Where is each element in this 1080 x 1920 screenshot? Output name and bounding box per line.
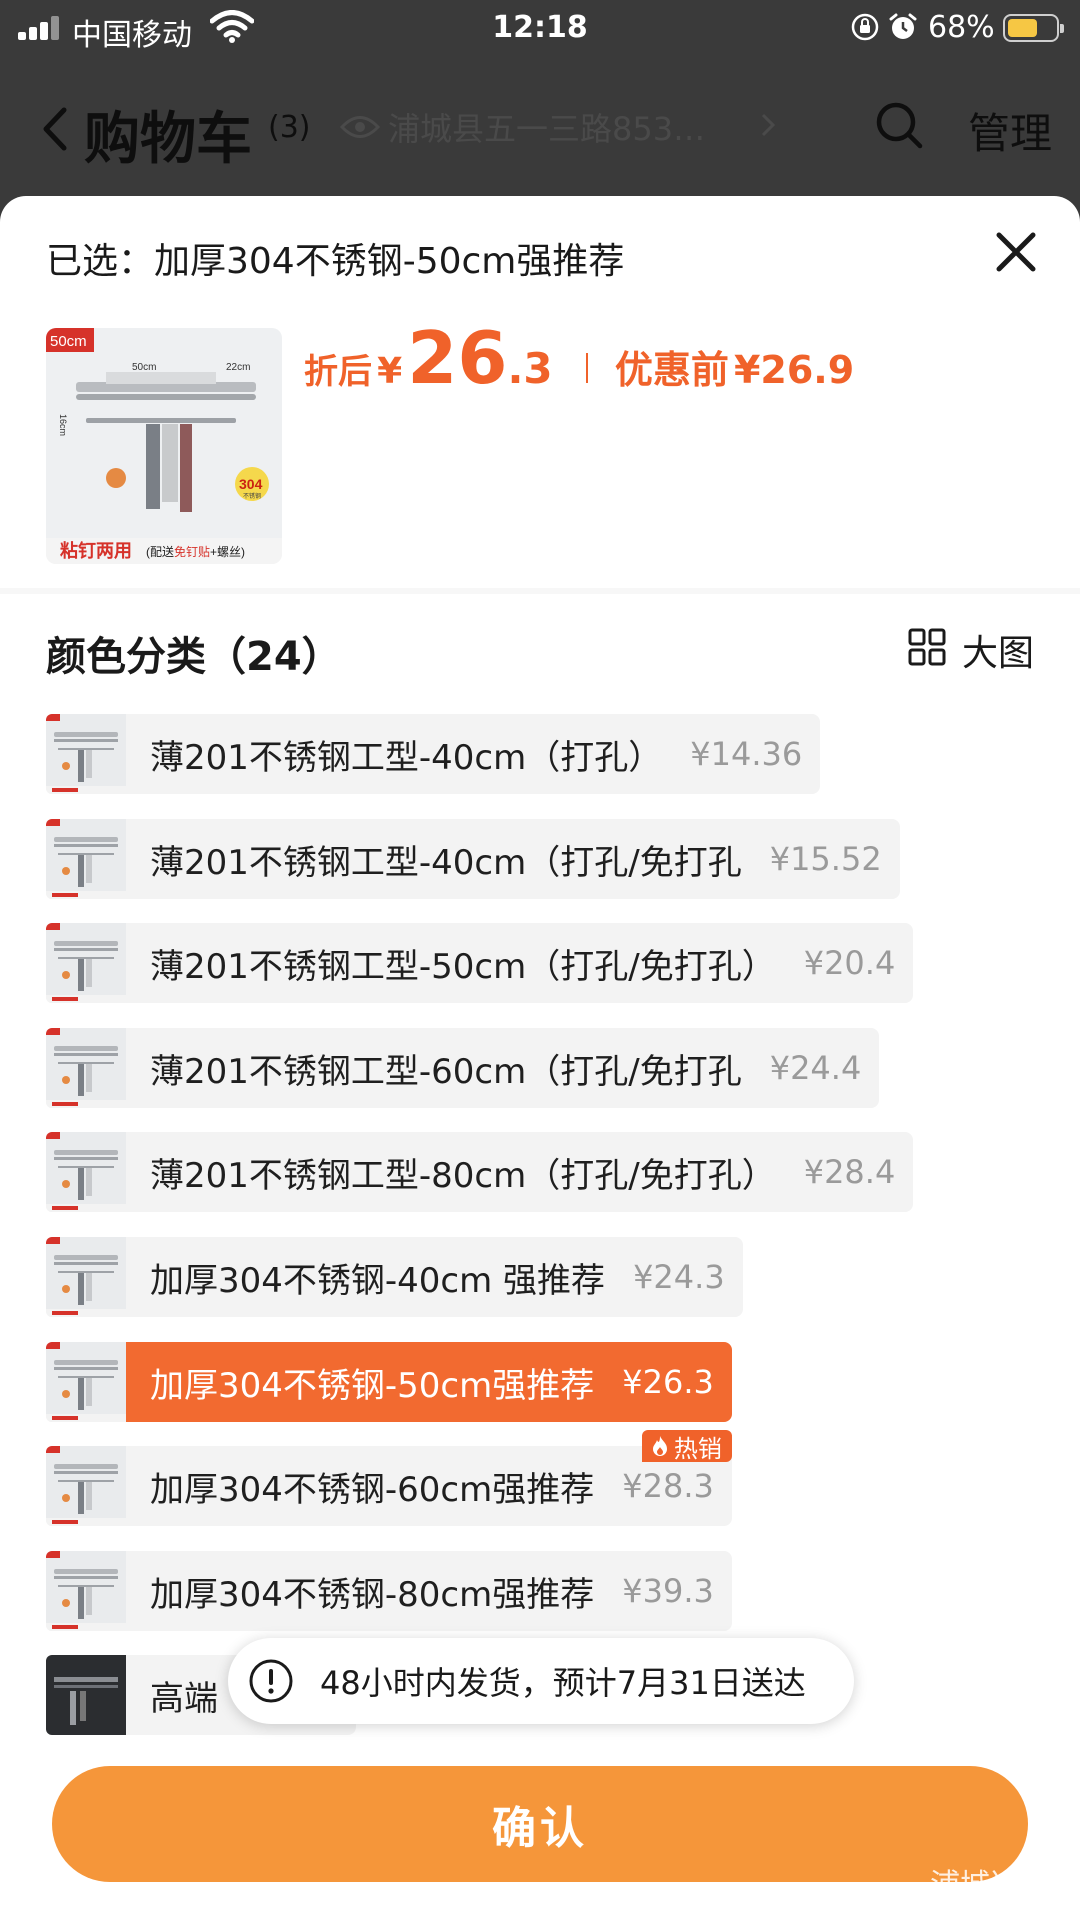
variant-price: ¥28.3 (622, 1467, 714, 1505)
variant-name: 薄201不锈钢工型-40cm（打孔） (150, 737, 663, 778)
width-dim-text: 50cm (132, 362, 156, 373)
battery-level (1008, 19, 1038, 37)
variant-name: 薄201不锈钢工型-40cm（打孔/免打孔 (150, 842, 742, 883)
variant-option[interactable]: 加厚304不锈钢-80cm强推荐 ¥39.3 (46, 1551, 732, 1631)
variant-thumbnail (46, 1237, 126, 1317)
variant-thumbnail (46, 1342, 126, 1422)
variant-name: 加厚304不锈钢-50cm强推荐 (150, 1365, 595, 1406)
section-title: 颜色分类（24） (46, 634, 342, 680)
battery-icon (1003, 14, 1064, 42)
variant-name: 加厚304不锈钢-80cm强推荐 (150, 1574, 595, 1615)
divider (0, 588, 1080, 594)
caption-highlight-text: 免钉贴 (174, 544, 210, 559)
selected-variant-label: 已选：加厚304不锈钢-50cm强推荐 (46, 241, 625, 282)
before-discount-label: 优惠前 (614, 348, 729, 392)
price-line: 折后 ¥ 26.3 优惠前 ¥26.9 (304, 316, 854, 400)
watermark: 浦城达 (930, 1868, 1020, 1903)
variant-name: 薄201不锈钢工型-60cm（打孔/免打孔 (150, 1051, 742, 1092)
variant-thumbnail (46, 714, 126, 794)
variant-name: 薄201不锈钢工型-50cm（打孔/免打孔） (150, 946, 776, 987)
eye-icon[interactable] (340, 112, 380, 142)
alarm-icon (889, 13, 917, 39)
price-decimal: .3 (507, 344, 553, 393)
variant-price: ¥24.4 (769, 1049, 862, 1087)
currency-symbol: ¥ (377, 351, 403, 392)
delivery-toast: 48小时内发货，预计7月31日送达 (228, 1638, 854, 1724)
big-image-toggle[interactable]: 大图 (962, 624, 1034, 676)
price-integer: 26 (407, 316, 508, 400)
search-icon[interactable] (874, 100, 924, 150)
variant-option[interactable]: 薄201不锈钢工型-80cm（打孔/免打孔） ¥28.4 (46, 1132, 914, 1212)
variant-price: ¥24.3 (633, 1258, 725, 1296)
variant-price: ¥14.36 (690, 735, 803, 773)
flame-icon (652, 1436, 667, 1456)
variant-thumbnail (46, 819, 126, 899)
hot-sale-badge: 热销 (641, 1430, 732, 1463)
variant-option[interactable]: 加厚304不锈钢-40cm 强推荐 ¥24.3 (46, 1237, 743, 1317)
clock: 12:18 (492, 10, 588, 45)
manage-button[interactable]: 管理 (968, 100, 1052, 161)
before-discount-price: ¥26.9 (733, 348, 855, 392)
svg-text:(配送免钉贴+螺丝): (配送免钉贴+螺丝) (146, 544, 245, 559)
variant-option[interactable]: 薄201不锈钢工型-60cm（打孔/免打孔 ¥24.4 (46, 1028, 880, 1108)
variant-price: ¥39.3 (622, 1572, 714, 1610)
close-icon[interactable] (994, 230, 1038, 274)
variant-thumbnail (46, 1028, 126, 1108)
sku-selector-sheet: 已选：加厚304不锈钢-50cm强推荐 50cm 50cm 22cm 16cm … (0, 196, 1080, 1920)
product-image[interactable]: 50cm 50cm 22cm 16cm 304 不锈钢 粘钉两用 (配送免钉贴+… (46, 328, 282, 564)
confirm-button[interactable]: 确认 (52, 1766, 1028, 1882)
variant-name: 加厚304不锈钢-40cm 强推荐 (150, 1260, 606, 1301)
price-separator (585, 353, 588, 383)
caption-post-text: +螺丝) (210, 545, 245, 559)
variant-thumbnail (46, 1446, 126, 1526)
chevron-right-icon (761, 113, 776, 137)
variant-price: ¥15.52 (769, 840, 882, 878)
variant-thumbnail (46, 923, 126, 1003)
variant-option[interactable]: 薄201不锈钢工型-40cm（打孔/免打孔 ¥15.52 (46, 819, 900, 899)
grade-sub-text: 不锈钢 (243, 492, 261, 500)
page-title: 购物车 (84, 107, 252, 172)
cart-header: 购物车 (3) 浦城县五一三路853… 管理 (0, 56, 1080, 196)
height-dim-text: 16cm (58, 414, 68, 436)
rotation-lock-icon (851, 13, 879, 41)
after-discount-label: 折后 (304, 352, 372, 392)
variant-price: ¥26.3 (622, 1363, 714, 1401)
variant-thumbnail (46, 1132, 126, 1212)
delivery-address[interactable]: 浦城县五一三路853… (388, 104, 705, 150)
caption-pre-text: (配送 (146, 544, 174, 559)
back-icon[interactable] (38, 106, 72, 152)
size-tag-text: 50cm (50, 333, 87, 350)
variant-name: 薄201不锈钢工型-80cm（打孔/免打孔） (150, 1155, 776, 1196)
variant-thumbnail (46, 1655, 126, 1735)
variant-option[interactable]: 薄201不锈钢工型-40cm（打孔） ¥14.36 (46, 714, 821, 794)
info-icon (249, 1659, 293, 1703)
toast-text: 48小时内发货，预计7月31日送达 (320, 1664, 806, 1702)
depth-dim-text: 22cm (226, 362, 250, 373)
battery-percent: 68% (928, 10, 995, 45)
grid-view-icon[interactable] (908, 628, 946, 666)
variant-name: 加厚304不锈钢-60cm强推荐 (150, 1469, 595, 1510)
caption-main-text: 粘钉两用 (60, 540, 132, 561)
grade-badge-text: 304 (239, 476, 263, 492)
cart-count: (3) (268, 110, 311, 145)
status-bar: 中国移动 12:18 68% (0, 0, 1080, 56)
variant-option-selected[interactable]: 加厚304不锈钢-50cm强推荐 ¥26.3 (46, 1342, 732, 1422)
variant-price: ¥20.4 (803, 944, 896, 982)
variant-thumbnail (46, 1551, 126, 1631)
variant-price: ¥28.4 (803, 1153, 896, 1191)
variant-option[interactable]: 加厚304不锈钢-60cm强推荐 ¥28.3 热销 (46, 1430, 732, 1526)
hot-sale-badge-label: 热销 (673, 1434, 722, 1463)
variant-option[interactable]: 薄201不锈钢工型-50cm（打孔/免打孔） ¥20.4 (46, 923, 914, 1003)
variant-name: 高端 (150, 1678, 218, 1719)
